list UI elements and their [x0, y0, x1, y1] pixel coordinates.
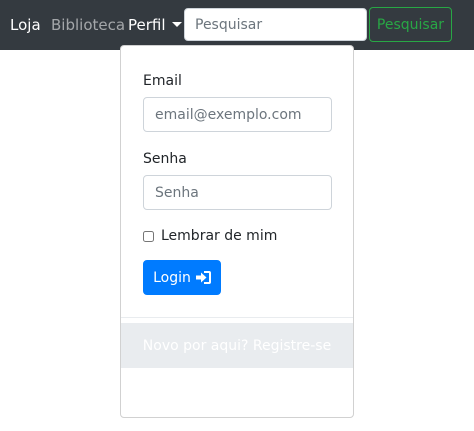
caret-down-icon: [171, 21, 182, 27]
nav-dropdown-perfil[interactable]: Perfil: [128, 15, 182, 35]
remember-me-row[interactable]: Lembrar de mim: [143, 226, 277, 246]
brand-link[interactable]: Loja: [10, 15, 41, 35]
remember-me-label: Lembrar de mim: [161, 228, 278, 244]
search-input[interactable]: [184, 8, 367, 41]
nav-link-biblioteca[interactable]: Biblioteca: [51, 15, 125, 35]
login-dropdown-menu: Email Senha Lembrar de mim Login Novo po…: [120, 45, 354, 418]
dropdown-divider: [121, 317, 353, 318]
login-button-label: Login: [153, 269, 191, 286]
search-button[interactable]: Pesquisar: [369, 7, 452, 42]
remember-me-checkbox[interactable]: [143, 230, 154, 242]
login-button[interactable]: Login: [143, 260, 221, 295]
navbar: Loja Biblioteca Perfil Pesquisar: [0, 0, 474, 50]
password-label: Senha: [143, 151, 187, 167]
password-field[interactable]: [143, 175, 332, 210]
email-field[interactable]: [143, 97, 332, 132]
sign-in-icon: [195, 271, 211, 284]
nav-dropdown-perfil-label: Perfil: [128, 16, 166, 34]
register-link[interactable]: Novo por aqui? Registre-se: [121, 323, 353, 368]
email-label: Email: [143, 73, 182, 89]
